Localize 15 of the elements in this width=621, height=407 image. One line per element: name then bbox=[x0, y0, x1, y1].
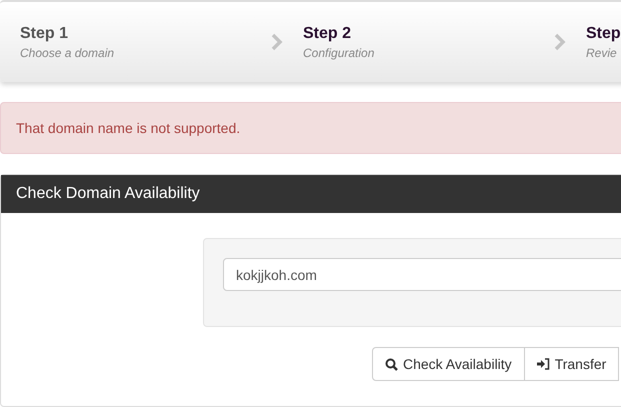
chevron-right-icon bbox=[271, 33, 283, 51]
chevron-right-icon bbox=[554, 33, 566, 51]
error-alert: That domain name is not supported. bbox=[0, 102, 621, 154]
search-icon bbox=[385, 358, 398, 370]
panel-title: Check Domain Availability bbox=[1, 175, 621, 213]
step-title: Step bbox=[586, 24, 621, 42]
step-subtitle: Choose a domain bbox=[20, 46, 116, 60]
step-subtitle: Revie bbox=[586, 46, 618, 60]
step-subtitle: Configuration bbox=[303, 46, 376, 60]
transfer-button[interactable]: Transfer bbox=[524, 347, 620, 381]
check-availability-button[interactable]: Check Availability bbox=[372, 347, 525, 381]
step-title: Step 2 bbox=[303, 24, 352, 42]
step-title: Step 1 bbox=[20, 24, 70, 42]
sign-in-icon bbox=[536, 358, 550, 370]
domain-input[interactable]: kokjjkoh.com bbox=[223, 258, 621, 291]
